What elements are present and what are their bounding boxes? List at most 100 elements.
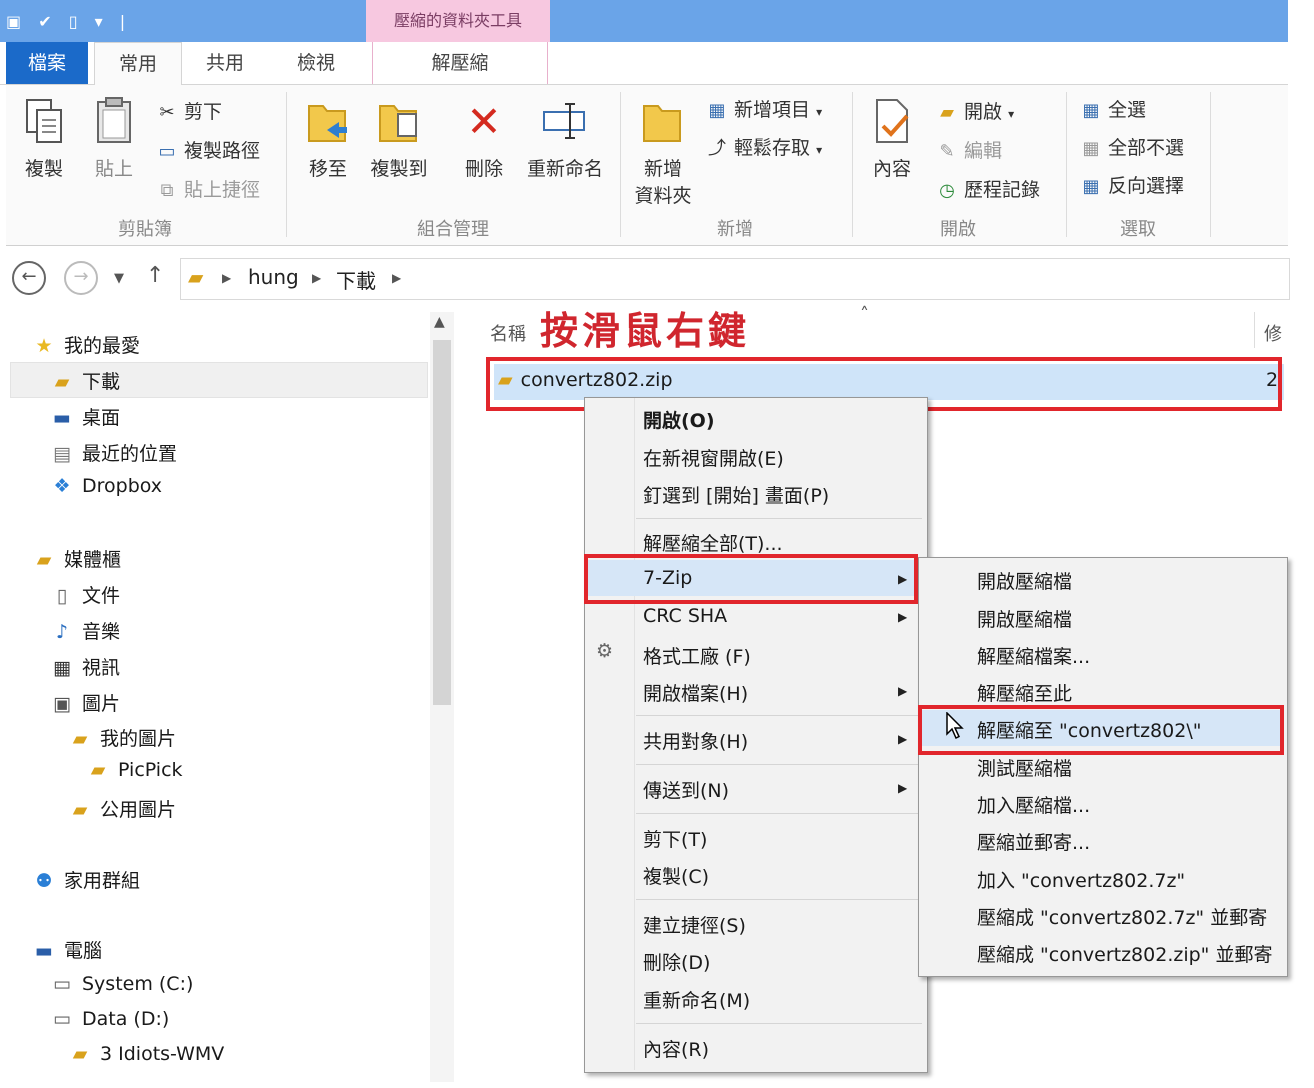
new-item-label: 新增項目 xyxy=(734,99,811,121)
nav-data-d[interactable]: ▭ Data (D:) xyxy=(48,1008,169,1030)
drive-icon: ▭ xyxy=(53,1008,71,1030)
tab-file[interactable]: 檔案 xyxy=(6,42,88,84)
delete-button[interactable]: ✕ 刪除 xyxy=(456,96,512,181)
menu-separator xyxy=(636,518,922,519)
column-header-name[interactable]: 名稱 xyxy=(490,320,526,346)
menu-properties[interactable]: 內容(R) xyxy=(643,1035,709,1062)
tab-home[interactable]: 常用 xyxy=(94,42,182,86)
cut-button[interactable]: ✂ 剪下 xyxy=(154,97,222,124)
open-button[interactable]: ▰ 開啟 ▾ xyxy=(934,97,1014,124)
nav-public-pictures[interactable]: ▰ 公用圖片 xyxy=(66,795,176,822)
nav-computer[interactable]: ▬ 電腦 xyxy=(30,936,102,963)
menu-format-factory[interactable]: 格式工廠 (F) xyxy=(643,642,751,669)
organize-group-label: 組合管理 xyxy=(417,219,489,240)
nav-pictures[interactable]: ▣ 圖片 xyxy=(48,689,120,716)
tab-share[interactable]: 共用 xyxy=(184,42,266,84)
tab-view[interactable]: 檢視 xyxy=(276,42,356,84)
properties-label: 內容 xyxy=(872,158,911,180)
copy-path-icon: ▭ xyxy=(158,141,176,162)
new-folder-label-2: 資料夾 xyxy=(634,185,692,207)
library-icon: ▰ xyxy=(36,549,52,571)
recent-locations-dropdown[interactable]: ▼ xyxy=(114,271,124,286)
nav-computer-label: 電腦 xyxy=(64,940,103,962)
menu-delete[interactable]: 刪除(D) xyxy=(643,948,710,975)
copy-button[interactable]: 複製 xyxy=(16,96,72,181)
nav-homegroup[interactable]: ⚉ 家用群組 xyxy=(30,866,140,893)
submenu-add-to-7z[interactable]: 加入 "convertz802.7z" xyxy=(977,866,1185,893)
quick-access-toolbar[interactable]: ▣ ✔ ▯ ▾ | xyxy=(6,12,131,31)
forward-button[interactable]: → xyxy=(64,261,98,295)
rename-button[interactable]: 重新命名 xyxy=(522,96,608,181)
tab-extract[interactable]: 解壓縮 xyxy=(372,42,548,84)
menu-open-with[interactable]: 開啟檔案(H) xyxy=(643,679,748,706)
invert-selection-button[interactable]: ▦ 反向選擇 xyxy=(1078,171,1184,198)
rename-label: 重新命名 xyxy=(526,158,603,180)
submenu-test-archive[interactable]: 測試壓縮檔 xyxy=(977,754,1072,781)
menu-rename[interactable]: 重新命名(M) xyxy=(643,986,750,1013)
nav-videos[interactable]: ▦ 視訊 xyxy=(48,653,120,680)
history-button[interactable]: ◷ 歷程記錄 xyxy=(934,175,1040,202)
submenu-compress-zip-email[interactable]: 壓縮成 "convertz802.zip" 並郵寄 xyxy=(977,940,1272,967)
menu-create-shortcut[interactable]: 建立捷徑(S) xyxy=(643,911,746,938)
nav-libraries[interactable]: ▰ 媒體櫃 xyxy=(30,545,121,572)
scroll-up-icon[interactable]: ▲ xyxy=(434,314,445,330)
folder-icon: ▰ xyxy=(72,799,88,821)
nav-dropbox[interactable]: ❖ Dropbox xyxy=(48,475,162,497)
ribbon-separator xyxy=(286,92,287,237)
nav-downloads[interactable]: ▰ 下載 xyxy=(48,367,120,394)
nav-recent[interactable]: ▤ 最近的位置 xyxy=(48,439,177,466)
submenu-extract-files[interactable]: 解壓縮檔案... xyxy=(977,642,1090,669)
menu-pin-start[interactable]: 釘選到 [開始] 畫面(P) xyxy=(643,481,829,508)
menu-extract-all[interactable]: 解壓縮全部(T)... xyxy=(643,529,783,556)
breadcrumb-downloads[interactable]: 下載 xyxy=(336,265,376,294)
select-none-button[interactable]: ▦ 全部不選 xyxy=(1078,133,1184,160)
column-divider[interactable] xyxy=(1254,312,1255,348)
copy-path-button[interactable]: ▭ 複製路徑 xyxy=(154,136,260,163)
new-folder-button[interactable]: 新增 資料夾 xyxy=(628,96,698,208)
nav-music[interactable]: ♪ 音樂 xyxy=(48,617,120,644)
menu-share-with[interactable]: 共用對象(H) xyxy=(643,727,748,754)
nav-scrollbar-thumb[interactable] xyxy=(433,340,451,705)
easy-access-label: 輕鬆存取 xyxy=(734,137,811,159)
menu-cut[interactable]: 剪下(T) xyxy=(643,825,707,852)
edit-button[interactable]: ✎ 編輯 xyxy=(934,136,1002,163)
nav-favorites[interactable]: ★ 我的最愛 xyxy=(30,331,140,358)
nav-libraries-label: 媒體櫃 xyxy=(64,549,122,571)
submenu-extract-here[interactable]: 解壓縮至此 xyxy=(977,679,1072,706)
easy-access-button[interactable]: ⤴ 輕鬆存取 ▾ xyxy=(704,133,822,160)
copy-to-button[interactable]: 複製到 xyxy=(366,96,432,181)
submenu-open-archive[interactable]: 開啟壓縮檔 xyxy=(977,567,1072,594)
menu-send-to[interactable]: 傳送到(N) xyxy=(643,776,729,803)
menu-copy[interactable]: 複製(C) xyxy=(643,862,709,889)
submenu-compress-email[interactable]: 壓縮並郵寄... xyxy=(977,828,1090,855)
nav-3-idiots[interactable]: ▰ 3 Idiots-WMV xyxy=(66,1043,225,1065)
nav-picpick[interactable]: ▰ PicPick xyxy=(84,759,183,781)
paste-label: 貼上 xyxy=(94,158,133,180)
new-item-icon: ▦ xyxy=(708,100,726,121)
submenu-compress-7z-email[interactable]: 壓縮成 "convertz802.7z" 並郵寄 xyxy=(977,903,1267,930)
menu-crc-sha[interactable]: CRC SHA xyxy=(643,605,727,627)
nav-desktop[interactable]: ▬ 桌面 xyxy=(48,403,120,430)
up-button[interactable]: ↑ xyxy=(146,263,164,288)
nav-documents[interactable]: ▯ 文件 xyxy=(48,581,120,608)
select-all-button[interactable]: ▦ 全選 xyxy=(1078,95,1146,122)
edit-label: 編輯 xyxy=(964,140,1003,162)
format-factory-icon: ⚙ xyxy=(596,640,614,662)
paste-shortcut-button[interactable]: ⧉ 貼上捷徑 xyxy=(154,175,260,202)
paste-button[interactable]: 貼上 xyxy=(86,96,142,181)
submenu-add-to-archive[interactable]: 加入壓縮檔... xyxy=(977,791,1090,818)
nav-public-pictures-label: 公用圖片 xyxy=(100,799,177,821)
menu-open-new-window[interactable]: 在新視窗開啟(E) xyxy=(643,444,784,471)
new-item-button[interactable]: ▦ 新增項目 ▾ xyxy=(704,95,822,122)
submenu-open-archive-alt[interactable]: 開啟壓縮檔 xyxy=(977,605,1072,632)
nav-my-pictures[interactable]: ▰ 我的圖片 xyxy=(66,724,176,751)
column-header-modified[interactable]: 修 xyxy=(1264,320,1282,346)
nav-system-c[interactable]: ▭ System (C:) xyxy=(48,973,193,995)
document-icon: ▯ xyxy=(56,585,68,607)
back-button[interactable]: ← xyxy=(12,261,46,295)
breadcrumb-hung[interactable]: hung xyxy=(248,265,299,289)
nav-data-d-label: Data (D:) xyxy=(82,1008,170,1030)
properties-button[interactable]: 內容 xyxy=(864,96,920,181)
move-to-button[interactable]: 移至 xyxy=(300,96,356,181)
menu-open[interactable]: 開啟(O) xyxy=(643,406,715,433)
